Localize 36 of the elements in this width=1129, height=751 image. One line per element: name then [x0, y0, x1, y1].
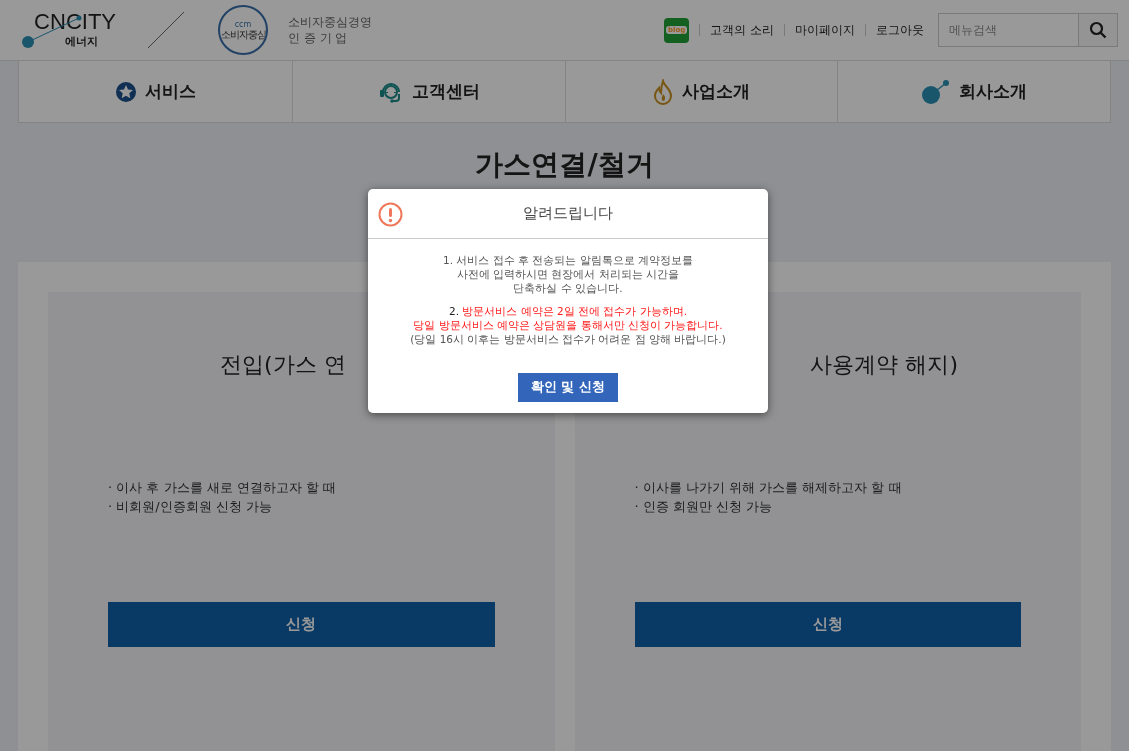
page-title: 가스연결/철거: [475, 147, 654, 183]
notice-text: 사전에 입력하시면 현장에서 처리되는 시간을: [456, 267, 680, 281]
header-link[interactable]: 로그아웃: [876, 21, 924, 39]
card-bullet: · 이사를 나가기 위해 가스를 해제하고자 할 때: [634, 479, 903, 497]
badge-text: ccm: [234, 20, 252, 29]
notice-text: (당일 16시 이후는 방문서비스 접수가 어려운 점 양해 바랍니다.): [410, 332, 726, 346]
notice-text: 당일 방문서비스 예약은 상담원을 통해서만 신청이 가능합니다.: [413, 318, 723, 332]
search-button[interactable]: [1079, 14, 1117, 46]
header-link[interactable]: 마이페이지: [795, 21, 855, 39]
confirm-button[interactable]: 확인 및 신청: [518, 373, 618, 402]
nav-item[interactable]: 고객센터: [291, 61, 565, 122]
logo-subtitle: 에너지: [65, 34, 98, 49]
notice-text: 단축하실 수 있습니다.: [513, 281, 623, 295]
card-bullet: · 비회원/인증회원 신청 가능: [108, 498, 273, 516]
apply-button[interactable]: 신청: [108, 602, 495, 647]
dialog-title: 알려드립니다: [523, 204, 613, 223]
card-bullet: · 이사 후 가스를 새로 연결하고자 할 때: [108, 479, 338, 497]
certification-text: 인 증 기 업: [288, 30, 349, 46]
certification-text: 소비자중심경영: [288, 14, 372, 30]
flame-icon: [652, 78, 675, 105]
alert-icon: [378, 202, 403, 227]
card-bullet: · 인증 회원만 신청 가능: [634, 498, 774, 516]
badge-text: 소비자중심: [220, 29, 266, 40]
card-title: 전입(가스 연: [220, 351, 346, 379]
header-link[interactable]: 고객의 소리: [710, 21, 774, 39]
card-title: 사용계약 해지): [810, 351, 958, 379]
slash-divider: [146, 10, 186, 50]
nav-item[interactable]: 사업소개: [564, 61, 838, 122]
apply-button[interactable]: 신청: [634, 602, 1021, 647]
search-field[interactable]: 메뉴검색: [938, 13, 1118, 47]
nav-item[interactable]: 서비스: [19, 61, 292, 122]
nav-item[interactable]: 회사소개: [837, 61, 1110, 122]
notice-text: 2. 방문서비스 예약은 2일 전에 접수가 가능하며.: [448, 304, 688, 318]
notice-text: 1. 서비스 접수 후 전송되는 알림톡으로 계약정보를: [442, 253, 693, 267]
dot-icon: [921, 78, 952, 105]
search-icon: [1089, 21, 1107, 39]
